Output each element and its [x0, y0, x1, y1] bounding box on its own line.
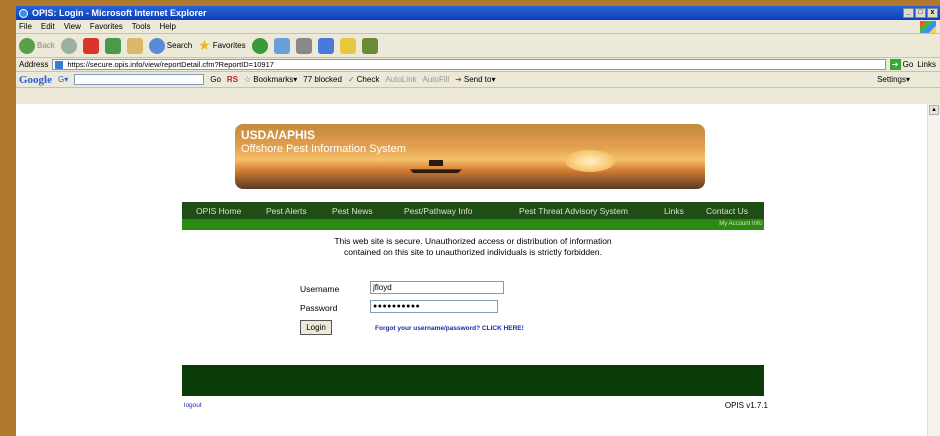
- autofill-button[interactable]: AutoFill: [422, 75, 449, 84]
- popup-blocked[interactable]: 77 blocked: [303, 75, 342, 84]
- back-button[interactable]: Back: [19, 37, 55, 54]
- standard-toolbar: Back Search ★ Favorites: [16, 34, 940, 58]
- page-content: ▲ USDA/APHIS Offshore Pest Information S…: [16, 104, 940, 436]
- nav-pest-news[interactable]: Pest News: [332, 206, 373, 216]
- check-icon: ✓: [347, 75, 355, 84]
- address-input[interactable]: https://secure.opis.info/view/reportDeta…: [52, 59, 886, 70]
- google-rs-button[interactable]: RS: [227, 75, 238, 84]
- login-button[interactable]: Login: [300, 320, 332, 335]
- menu-bar: File Edit View Favorites Tools Help: [16, 20, 940, 34]
- history-button[interactable]: [251, 37, 268, 54]
- forward-button[interactable]: [60, 37, 77, 54]
- links-button[interactable]: Links: [917, 60, 940, 69]
- go-arrow-icon: ➔: [889, 59, 901, 70]
- edit-button[interactable]: [317, 37, 334, 54]
- check-button[interactable]: ✓ Check: [348, 75, 379, 84]
- stop-button[interactable]: [82, 37, 99, 54]
- star-icon: ☆: [244, 75, 252, 84]
- window-controls: _ □ x: [903, 8, 940, 18]
- page-icon: [55, 61, 64, 69]
- nav-pest-alerts[interactable]: Pest Alerts: [266, 206, 307, 216]
- nav-pest-threat-advisory[interactable]: Pest Threat Advisory System: [519, 206, 628, 216]
- menu-favorites[interactable]: Favorites: [90, 22, 123, 31]
- ie-icon: [19, 8, 28, 18]
- star-icon: ★: [198, 37, 211, 53]
- folder-icon[interactable]: [339, 37, 356, 54]
- favorites-label: Favorites: [212, 41, 246, 50]
- sendto-icon: ➜: [455, 75, 462, 84]
- nav-contact-us[interactable]: Contact Us: [706, 206, 748, 216]
- sendto-label: Send to▾: [463, 75, 496, 84]
- version-label: OPIS v1.7.1: [724, 401, 768, 410]
- address-label: Address: [19, 60, 49, 69]
- google-g-dropdown[interactable]: G▾: [58, 75, 68, 84]
- menu-help[interactable]: Help: [159, 22, 175, 31]
- sunset-graphic: [565, 150, 615, 172]
- favorites-button[interactable]: ★ Favorites: [198, 37, 245, 54]
- close-button[interactable]: x: [927, 8, 938, 18]
- my-account-link[interactable]: My Account Info: [719, 221, 762, 227]
- ship-cabin-graphic: [429, 160, 443, 166]
- bookmarks-label: Bookmarks▾: [253, 75, 298, 84]
- username-input[interactable]: jfloyd: [370, 281, 504, 294]
- address-bar: Address https://secure.opis.info/view/re…: [16, 58, 940, 72]
- bookmarks-button[interactable]: ☆ Bookmarks▾: [244, 75, 297, 84]
- refresh-button[interactable]: [104, 37, 121, 54]
- scroll-up-icon[interactable]: ▲: [929, 105, 939, 115]
- menu-edit[interactable]: Edit: [41, 22, 55, 31]
- settings-button[interactable]: Settings▾: [877, 75, 940, 84]
- maximize-button[interactable]: □: [915, 8, 926, 18]
- nav-pest-pathway-info[interactable]: Pest/Pathway Info: [404, 206, 473, 216]
- main-nav: OPIS Home Pest Alerts Pest News Pest/Pat…: [182, 202, 764, 219]
- search-button[interactable]: Search: [148, 37, 193, 54]
- mail-button[interactable]: [273, 37, 290, 54]
- sub-nav: My Account Info: [182, 219, 764, 230]
- minimize-button[interactable]: _: [903, 8, 914, 18]
- autolink-button[interactable]: AutoLink: [385, 75, 416, 84]
- title-bar: OPIS: Login - Microsoft Internet Explore…: [16, 6, 940, 20]
- print-button[interactable]: [295, 37, 312, 54]
- back-arrow-icon: [19, 37, 35, 54]
- home-button[interactable]: [126, 37, 143, 54]
- footer-bar: [182, 365, 764, 396]
- go-button[interactable]: ➔ Go: [889, 59, 914, 70]
- password-label: Password: [300, 303, 338, 313]
- opis-banner: USDA/APHIS Offshore Pest Information Sys…: [235, 124, 705, 189]
- security-notice: This web site is secure. Unauthorized ac…: [182, 236, 764, 258]
- forgot-password-link[interactable]: Forgot your username/password? CLICK HER…: [375, 325, 524, 332]
- search-label: Search: [166, 41, 193, 50]
- vertical-scrollbar[interactable]: ▲: [927, 104, 940, 436]
- password-input[interactable]: ●●●●●●●●●●: [370, 300, 498, 313]
- browser-window: OPIS: Login - Microsoft Internet Explore…: [16, 6, 940, 436]
- check-label: Check: [356, 75, 380, 84]
- notice-line-1: This web site is secure. Unauthorized ac…: [334, 236, 612, 246]
- address-url: https://secure.opis.info/view/reportDeta…: [67, 60, 274, 69]
- sendto-button[interactable]: ➜ Send to▾: [455, 75, 495, 84]
- google-go-button[interactable]: Go: [210, 75, 221, 84]
- banner-subtitle: Offshore Pest Information System: [241, 143, 406, 155]
- windows-logo-icon: [920, 20, 936, 33]
- go-label: Go: [902, 60, 914, 69]
- logout-link[interactable]: logout: [184, 402, 202, 409]
- nav-opis-home[interactable]: OPIS Home: [196, 206, 241, 216]
- username-label: Username: [300, 284, 340, 294]
- messenger-icon[interactable]: [361, 37, 378, 54]
- search-icon: [148, 37, 165, 54]
- window-title: OPIS: Login - Microsoft Internet Explore…: [32, 8, 207, 18]
- back-label: Back: [37, 41, 55, 50]
- notice-line-2: contained on this site to unauthorized i…: [344, 247, 602, 257]
- google-search-input[interactable]: [74, 74, 205, 85]
- nav-links[interactable]: Links: [664, 206, 684, 216]
- banner-title: USDA/APHIS: [241, 128, 316, 142]
- menu-tools[interactable]: Tools: [132, 22, 151, 31]
- google-toolbar: Google G▾ Go RS ☆ Bookmarks▾ 77 blocked …: [16, 72, 940, 88]
- google-logo: Google: [19, 73, 52, 86]
- menu-file[interactable]: File: [19, 22, 32, 31]
- menu-view[interactable]: View: [64, 22, 81, 31]
